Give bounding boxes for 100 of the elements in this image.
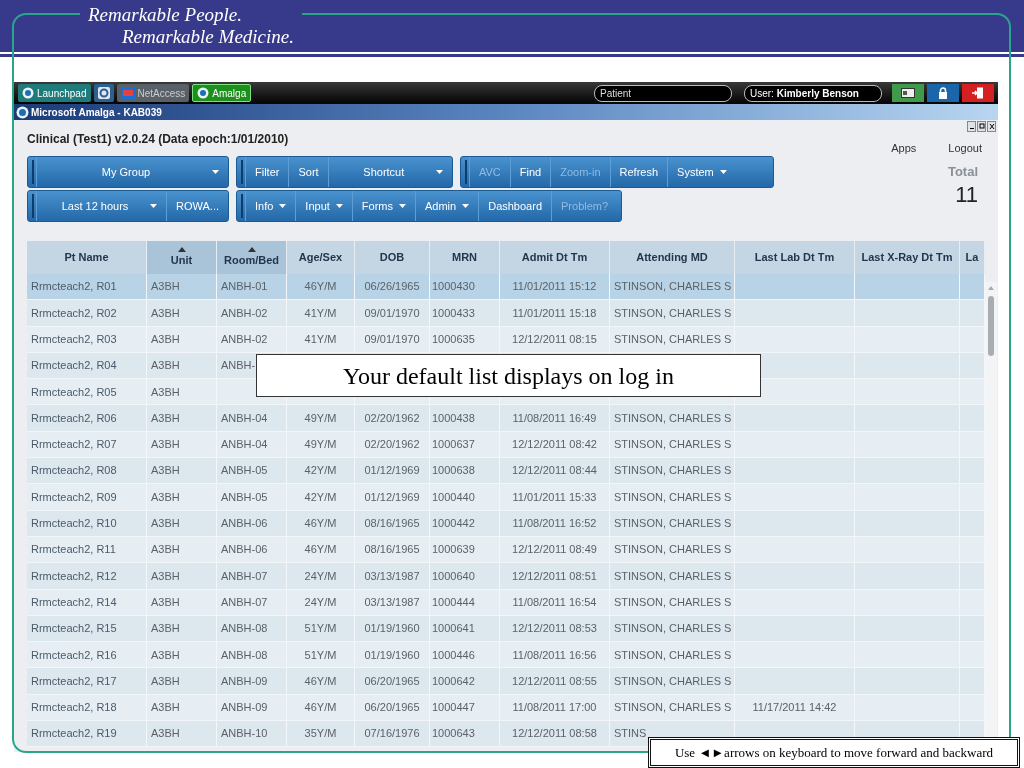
table-cell-text: 1000447 <box>432 700 475 716</box>
table-cell-text: 11/01/2011 15:33 <box>512 489 597 505</box>
table-cell-text: STINSON, CHARLES S <box>614 410 732 426</box>
table-cell-text: 06/20/1965 <box>364 700 420 716</box>
table-cell-text: 02/20/1962 <box>364 437 420 453</box>
table-cell-text: ANBH-01 <box>221 279 268 295</box>
table-cell-text: ANBH-04 <box>221 410 268 426</box>
table-cell-text: Rrmcteach2, R04 <box>31 358 117 374</box>
table-cell-text: 11/08/2011 16:49 <box>512 410 597 426</box>
table-cell-text: 11/08/2011 16:54 <box>512 594 597 610</box>
table-cell-text: 03/13/1987 <box>364 594 420 610</box>
table-cell-text: A3BH <box>151 384 180 400</box>
table-cell-text: 01/12/1969 <box>364 463 420 479</box>
table-cell-text: 1000640 <box>432 568 475 584</box>
table-cell-text: 11/08/2011 17:00 <box>512 700 597 716</box>
table-cell-text: 12/12/2011 08:15 <box>512 332 597 347</box>
table-cell-text: 1000642 <box>432 673 475 689</box>
table-cell-text: 46Y/M <box>304 673 337 689</box>
table-cell-text: ANBH-08 <box>221 621 268 637</box>
table-cell-text: Rrmcteach2, R14 <box>31 594 117 610</box>
table-cell-text: Rrmcteach2, R09 <box>31 489 117 505</box>
table-cell-text: 01/19/1960 <box>364 621 420 637</box>
app-title: Clinical (Test1) v2.0.24 (Data epoch:1/01/2010) <box>27 131 289 148</box>
table-cell-text: STINSON, CHARLES S <box>614 332 732 347</box>
table-cell-text: A3BH <box>151 358 180 374</box>
table-cell-text: 1000635 <box>432 332 475 347</box>
table-cell-text: A3BH <box>151 673 180 689</box>
table-cell-text: 11/01/2011 15:18 <box>512 305 597 321</box>
table-cell-text: Rrmcteach2, R01 <box>31 279 117 295</box>
table-cell-text: 06/26/1965 <box>364 279 420 295</box>
table-cell-text: ANBH-05 <box>221 489 268 505</box>
table-cell-text: 08/16/1965 <box>364 542 420 558</box>
table-cell-text: ANBH-08 <box>221 647 268 663</box>
table-cell-text: Rrmcteach2, R03 <box>31 332 117 347</box>
table-cell-text: STINSON, CHARLES S <box>614 437 732 453</box>
table-cell-text: ANBH-10 <box>221 726 268 742</box>
table-cell-text: 02/20/1962 <box>364 410 420 426</box>
table-cell-text: 01/12/1969 <box>364 489 420 505</box>
table-cell-text: STINSON, CHARLES S <box>614 621 732 637</box>
table-cell-text: ANBH-07 <box>221 594 268 610</box>
table-cell-text: A3BH <box>151 700 180 716</box>
table-cell-text: Rrmcteach2, R08 <box>31 463 117 479</box>
table-cell-text: 1000444 <box>432 594 475 610</box>
table-cell-text: ANBH- <box>221 358 256 374</box>
table-cell-text: 46Y/M <box>304 516 337 532</box>
table-cell-text: Rrmcteach2, R18 <box>31 700 117 716</box>
table-cell-text: 11/08/2011 16:56 <box>512 647 597 663</box>
table-cell-text: 11/17/2011 14:42 <box>752 700 837 716</box>
table-cell-text: 12/12/2011 08:58 <box>512 726 597 742</box>
table-cell-text: ANBH-07 <box>221 568 268 584</box>
table-cell-text: Rrmcteach2, R19 <box>31 726 117 742</box>
table-cell-text: 41Y/M <box>304 332 337 347</box>
hint-tooltip: Use ◄►arrows on keyboard to move forward and backward <box>648 737 1020 768</box>
table-cell-text: 11/08/2011 16:52 <box>512 516 597 532</box>
table-cell-text: Rrmcteach2, R07 <box>31 437 117 453</box>
table-cell-text: STINSON, CHARLES S <box>614 489 732 505</box>
table-cell-text: Rrmcteach2, R11 <box>31 542 116 558</box>
table-cell-text: 46Y/M <box>304 700 337 716</box>
table-cell-text: ANBH-09 <box>221 700 268 716</box>
table-cell-text: 1000430 <box>432 279 475 295</box>
table-cell-text: A3BH <box>151 279 180 295</box>
table-cell-text: 07/16/1976 <box>364 726 420 742</box>
total-count: 11 <box>955 181 978 208</box>
table-cell-text: 49Y/M <box>304 410 337 426</box>
table-cell-text: STINSON, CHARLES S <box>614 673 732 689</box>
table-cell-text: A3BH <box>151 542 180 558</box>
table-cell-text: A3BH <box>151 332 180 347</box>
table-cell-text: Rrmcteach2, R17 <box>31 673 117 689</box>
table-cell-text: ANBH-09 <box>221 673 268 689</box>
table-cell-text: 46Y/M <box>304 279 337 295</box>
table-cell-text: STINSON, CHARLES S <box>614 305 732 321</box>
table-cell-text: 51Y/M <box>304 621 337 637</box>
table-cell-text: 1000638 <box>432 463 475 479</box>
table-cell-text: 12/12/2011 08:49 <box>512 542 597 558</box>
tagline-text: Remarkable People. <box>88 4 244 26</box>
table-cell-text: ANBH-02 <box>221 305 268 321</box>
table-cell-text: 09/01/1970 <box>364 332 420 347</box>
table-cell-text: A3BH <box>151 305 180 321</box>
table-cell-text: 41Y/M <box>304 305 337 321</box>
table-cell-text: Rrmcteach2, R02 <box>31 305 117 321</box>
table-cell-text: STINSON, CHARLES S <box>614 542 732 558</box>
table-cell-text: 03/13/1987 <box>364 568 420 584</box>
table-cell-text: Rrmcteach2, R10 <box>31 516 117 532</box>
table-cell-text: STINSON, CHARLES S <box>614 279 732 295</box>
table-cell-text: A3BH <box>151 594 180 610</box>
table-cell-text: 06/20/1965 <box>364 673 420 689</box>
table-cell-text: A3BH <box>151 437 180 453</box>
table-cell-text: 11/01/2011 15:12 <box>512 279 597 295</box>
table-cell-text: 1000442 <box>432 516 475 532</box>
table-cell-text: 12/12/2011 08:53 <box>512 621 597 637</box>
table-cell-text: 46Y/M <box>304 542 337 558</box>
table-cell-text: A3BH <box>151 568 180 584</box>
table-cell-text: 24Y/M <box>304 594 337 610</box>
table-cell-text: 1000446 <box>432 647 475 663</box>
table-cell-text: A3BH <box>151 463 180 479</box>
table-cell-text: ANBH-06 <box>221 516 268 532</box>
table-cell-text: A3BH <box>151 621 180 637</box>
table-cell-text: 1000639 <box>432 542 475 558</box>
table-cell-text: 12/12/2011 08:44 <box>512 463 597 479</box>
tagline-text: Remarkable Medicine. <box>121 26 294 48</box>
